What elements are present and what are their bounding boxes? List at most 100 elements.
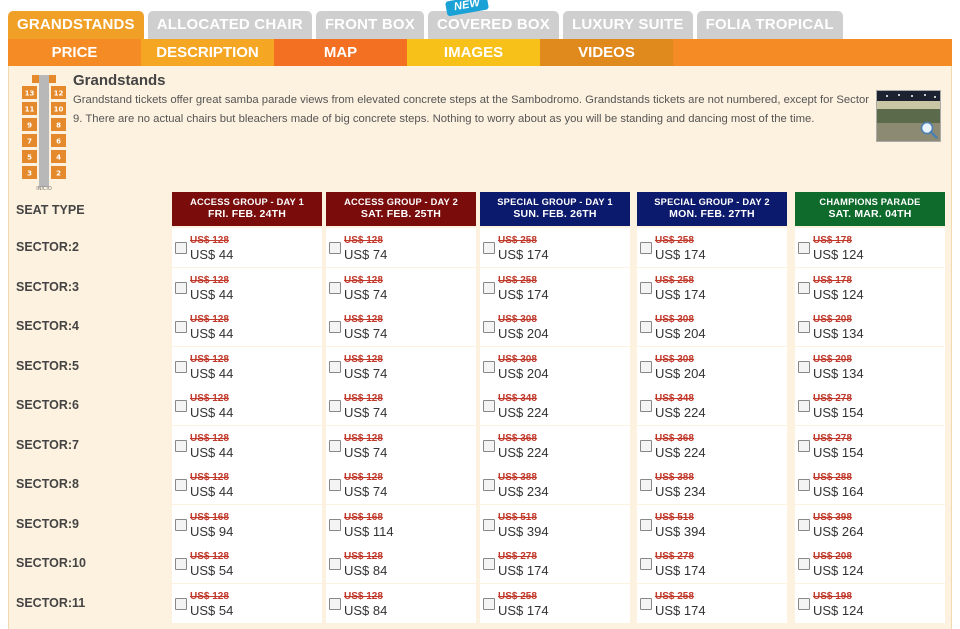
zoom-icon[interactable] [920, 121, 938, 139]
select-ticket-checkbox[interactable] [329, 360, 341, 373]
select-ticket-checkbox[interactable] [483, 321, 495, 333]
subtab-map[interactable]: MAP [274, 39, 407, 66]
price-cell[interactable]: US$ 278 US$ 154 [795, 425, 945, 465]
price-cell[interactable]: US$ 368 US$ 224 [480, 425, 630, 465]
select-ticket-checkbox[interactable] [640, 400, 652, 412]
price-cell[interactable]: US$ 258 US$ 174 [637, 583, 787, 623]
select-ticket-checkbox[interactable] [798, 597, 810, 610]
price-cell[interactable]: US$ 208 US$ 134 [795, 307, 945, 346]
price-cell[interactable]: US$ 128 US$ 74 [326, 346, 476, 386]
price-cell[interactable]: US$ 168 US$ 114 [326, 504, 476, 544]
subtab-price[interactable]: PRICE [8, 39, 141, 66]
select-ticket-checkbox[interactable] [798, 360, 810, 373]
stadium-photo-thumbnail[interactable] [876, 90, 941, 142]
tab-covered-box[interactable]: NEW COVERED BOX [427, 0, 560, 39]
select-ticket-checkbox[interactable] [329, 518, 341, 531]
select-ticket-checkbox[interactable] [329, 479, 341, 491]
price-cell[interactable]: US$ 208 US$ 134 [795, 346, 945, 386]
select-ticket-checkbox[interactable] [329, 439, 341, 452]
select-ticket-checkbox[interactable] [175, 597, 187, 610]
select-ticket-checkbox[interactable] [483, 400, 495, 412]
price-cell[interactable]: US$ 128 US$ 44 [172, 386, 322, 425]
price-cell[interactable]: US$ 278 US$ 154 [795, 386, 945, 425]
price-cell[interactable]: US$ 128 US$ 44 [172, 228, 322, 267]
select-ticket-checkbox[interactable] [483, 558, 495, 570]
price-cell[interactable]: US$ 128 US$ 44 [172, 267, 322, 307]
price-cell[interactable]: US$ 368 US$ 224 [637, 425, 787, 465]
price-cell[interactable]: US$ 128 US$ 74 [326, 228, 476, 267]
select-ticket-checkbox[interactable] [175, 518, 187, 531]
price-cell[interactable]: US$ 518 US$ 394 [637, 504, 787, 544]
select-ticket-checkbox[interactable] [175, 439, 187, 452]
select-ticket-checkbox[interactable] [175, 479, 187, 491]
select-ticket-checkbox[interactable] [483, 439, 495, 452]
select-ticket-checkbox[interactable] [329, 558, 341, 570]
price-cell[interactable]: US$ 128 US$ 54 [172, 544, 322, 583]
subtab-description[interactable]: DESCRIPTION [141, 39, 274, 66]
price-cell[interactable]: US$ 258 US$ 174 [480, 583, 630, 623]
price-cell[interactable]: US$ 178 US$ 124 [795, 267, 945, 307]
select-ticket-checkbox[interactable] [798, 479, 810, 491]
tab-allocated-chair[interactable]: ALLOCATED CHAIR [147, 11, 312, 39]
select-ticket-checkbox[interactable] [640, 558, 652, 570]
select-ticket-checkbox[interactable] [329, 281, 341, 294]
select-ticket-checkbox[interactable] [483, 360, 495, 373]
select-ticket-checkbox[interactable] [798, 400, 810, 412]
price-cell[interactable]: US$ 128 US$ 74 [326, 465, 476, 504]
price-cell[interactable]: US$ 388 US$ 234 [480, 465, 630, 504]
select-ticket-checkbox[interactable] [640, 360, 652, 373]
price-cell[interactable]: US$ 308 US$ 204 [637, 346, 787, 386]
price-cell[interactable]: US$ 128 US$ 44 [172, 346, 322, 386]
sector-map-icon[interactable]: 13 12 11 10 9 8 7 6 5 4 3 2 INÍCIO [19, 72, 69, 192]
price-cell[interactable]: US$ 168 US$ 94 [172, 504, 322, 544]
price-cell[interactable]: US$ 308 US$ 204 [480, 307, 630, 346]
tab-front-box[interactable]: FRONT BOX [315, 11, 424, 39]
tab-folia-tropical[interactable]: FOLIA TROPICAL [696, 11, 843, 39]
price-cell[interactable]: US$ 288 US$ 164 [795, 465, 945, 504]
price-cell[interactable]: US$ 128 US$ 44 [172, 425, 322, 465]
price-cell[interactable]: US$ 308 US$ 204 [480, 346, 630, 386]
select-ticket-checkbox[interactable] [640, 321, 652, 333]
price-cell[interactable]: US$ 258 US$ 174 [480, 267, 630, 307]
price-cell[interactable]: US$ 518 US$ 394 [480, 504, 630, 544]
select-ticket-checkbox[interactable] [798, 518, 810, 531]
select-ticket-checkbox[interactable] [329, 321, 341, 333]
select-ticket-checkbox[interactable] [483, 281, 495, 294]
tab-luxury-suite[interactable]: LUXURY SUITE [563, 11, 693, 39]
price-cell[interactable]: US$ 308 US$ 204 [637, 307, 787, 346]
select-ticket-checkbox[interactable] [483, 242, 495, 254]
tab-grandstands[interactable]: GRANDSTANDS [8, 11, 144, 39]
select-ticket-checkbox[interactable] [798, 558, 810, 570]
price-cell[interactable]: US$ 128 US$ 74 [326, 425, 476, 465]
select-ticket-checkbox[interactable] [175, 242, 187, 254]
select-ticket-checkbox[interactable] [798, 321, 810, 333]
price-cell[interactable]: US$ 348 US$ 224 [637, 386, 787, 425]
price-cell[interactable]: US$ 258 US$ 174 [480, 228, 630, 267]
select-ticket-checkbox[interactable] [175, 321, 187, 333]
price-cell[interactable]: US$ 398 US$ 264 [795, 504, 945, 544]
select-ticket-checkbox[interactable] [483, 518, 495, 531]
price-cell[interactable]: US$ 128 US$ 84 [326, 583, 476, 623]
select-ticket-checkbox[interactable] [798, 281, 810, 294]
select-ticket-checkbox[interactable] [329, 400, 341, 412]
price-cell[interactable]: US$ 128 US$ 84 [326, 544, 476, 583]
select-ticket-checkbox[interactable] [175, 360, 187, 373]
price-cell[interactable]: US$ 128 US$ 44 [172, 307, 322, 346]
select-ticket-checkbox[interactable] [640, 597, 652, 610]
select-ticket-checkbox[interactable] [640, 479, 652, 491]
select-ticket-checkbox[interactable] [798, 242, 810, 254]
price-cell[interactable]: US$ 128 US$ 74 [326, 267, 476, 307]
price-cell[interactable]: US$ 128 US$ 54 [172, 583, 322, 623]
select-ticket-checkbox[interactable] [640, 242, 652, 254]
price-cell[interactable]: US$ 278 US$ 174 [637, 544, 787, 583]
select-ticket-checkbox[interactable] [175, 281, 187, 294]
select-ticket-checkbox[interactable] [640, 518, 652, 531]
select-ticket-checkbox[interactable] [483, 479, 495, 491]
price-cell[interactable]: US$ 128 US$ 74 [326, 386, 476, 425]
subtab-videos[interactable]: VIDEOS [540, 39, 673, 66]
price-cell[interactable]: US$ 388 US$ 234 [637, 465, 787, 504]
price-cell[interactable]: US$ 178 US$ 124 [795, 228, 945, 267]
price-cell[interactable]: US$ 128 US$ 74 [326, 307, 476, 346]
subtab-images[interactable]: IMAGES [407, 39, 540, 66]
price-cell[interactable]: US$ 128 US$ 44 [172, 465, 322, 504]
